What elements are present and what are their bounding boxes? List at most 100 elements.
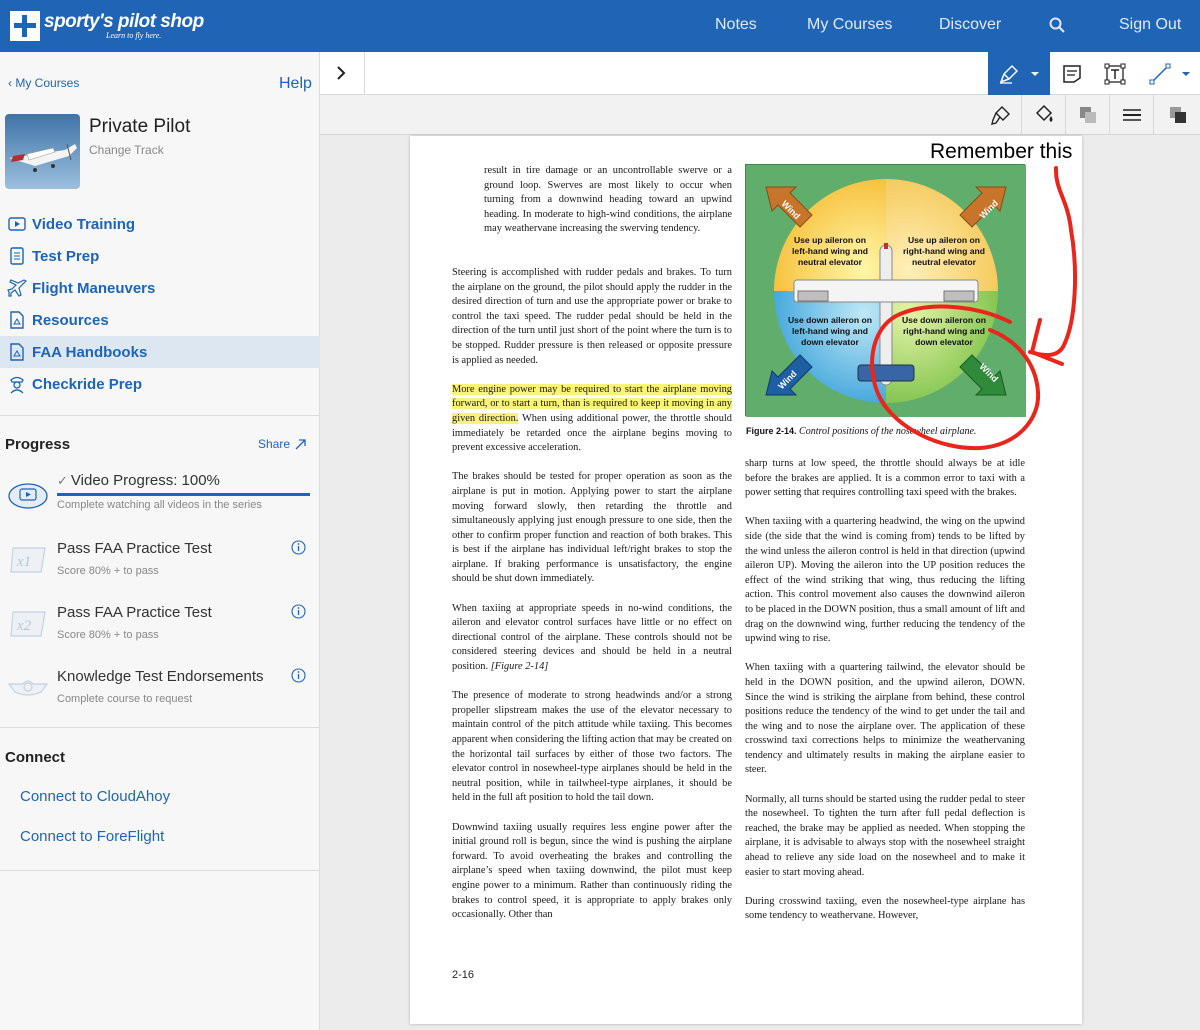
sidebar-item-label: Video Training: [32, 215, 136, 233]
info-icon[interactable]: [291, 540, 306, 555]
figure-caption: Figure 2-14. Control positions of the no…: [746, 426, 1036, 437]
sidebar-item-label: Test Prep: [32, 247, 100, 265]
chevron-right-icon[interactable]: [335, 65, 347, 81]
nav-sign-out[interactable]: Sign Out: [1119, 16, 1181, 34]
video-icon: [7, 214, 27, 234]
practice-test-2-title: Pass FAA Practice Test: [57, 604, 212, 621]
brand-logo[interactable]: sporty's pilot shop Learn to fly here.: [10, 9, 204, 43]
practice-test-1-subtitle: Score 80% + to pass: [57, 565, 159, 577]
sidebar-item-checkride-prep[interactable]: Checkride Prep: [0, 368, 320, 400]
paragraph: result in tire damage or an uncontrollab…: [484, 165, 732, 235]
help-link[interactable]: Help: [279, 75, 312, 93]
practice-test-badge-icon: x2: [10, 611, 46, 637]
layers-icon: [1080, 107, 1096, 123]
nav-discover[interactable]: Discover: [939, 16, 1001, 34]
connect-heading: Connect: [5, 749, 65, 766]
course-thumbnail: [5, 114, 80, 189]
logo-cross-icon: [10, 11, 40, 41]
quadrant-label-bottom-right: Use down aileron on right-hand wing and …: [901, 315, 987, 347]
paragraph: When taxiing at appropriate speeds in no…: [452, 602, 732, 675]
back-link-label: My Courses: [15, 76, 80, 90]
opacity-button[interactable]: [1067, 95, 1110, 135]
video-progress-subtitle: Complete watching all videos in the seri…: [57, 499, 262, 511]
paragraph: The brakes should be tested for proper o…: [452, 471, 732, 585]
practice-test-2-subtitle: Score 80% + to pass: [57, 629, 159, 641]
search-icon[interactable]: [1049, 17, 1065, 33]
nav-notes[interactable]: Notes: [715, 16, 757, 34]
sidebar-item-resources[interactable]: Resources: [0, 304, 320, 336]
share-arrow-icon: [295, 438, 306, 449]
paragraph: The presence of moderate to strong headw…: [452, 690, 732, 804]
check-icon: ✓: [57, 472, 68, 488]
info-icon[interactable]: [291, 668, 306, 683]
svg-text:x2: x2: [16, 618, 32, 634]
sidebar-item-label: Flight Maneuvers: [32, 279, 156, 297]
handbook-icon: [7, 342, 27, 362]
sidebar-item-label: Resources: [32, 311, 109, 329]
paragraph: Steering is accomplished with rudder ped…: [452, 267, 732, 366]
back-to-my-courses-link[interactable]: ‹ My Courses: [8, 76, 79, 90]
sidebar: ‹ My Courses Help Private Pilot Change T…: [0, 52, 320, 1030]
text-block: result in tire damage or an uncontrollab…: [484, 164, 732, 252]
sidebar-item-flight-maneuvers[interactable]: Flight Maneuvers: [0, 272, 320, 304]
chevron-left-icon: ‹: [8, 76, 12, 90]
paragraph: During crosswind taxiing, even the nosew…: [745, 895, 1025, 922]
bring-front-icon: [1169, 107, 1186, 123]
practice-test-badge-icon: x1: [10, 547, 46, 573]
video-progress-fill: [57, 493, 310, 496]
annotation-note[interactable]: Remember this: [930, 140, 1072, 164]
sidebar-item-video-training[interactable]: Video Training: [0, 208, 320, 240]
share-label: Share: [258, 437, 291, 451]
video-progress-icon: [8, 483, 48, 509]
progress-heading: Progress: [5, 436, 71, 453]
divider: [0, 870, 320, 871]
text-box-tool-button[interactable]: [1095, 52, 1135, 95]
right-column: sharp turns at low speed, the throttle s…: [745, 457, 1025, 939]
video-progress-title: ✓ Video Progress: 100%: [57, 472, 220, 489]
divider: [0, 727, 320, 728]
share-button[interactable]: Share: [258, 437, 307, 451]
chevron-down-icon: [1182, 71, 1190, 76]
paragraph: Downwind taxiing usually requires less e…: [452, 821, 732, 921]
arrange-button[interactable]: [1155, 95, 1200, 135]
line-width-button[interactable]: [1111, 95, 1154, 135]
stroke-color-button[interactable]: [980, 95, 1022, 135]
pen-icon: [999, 64, 1019, 84]
figure-caption-text: Control positions of the nosewheel airpl…: [799, 426, 977, 437]
handbook-page: result in tire damage or an uncontrollab…: [410, 136, 1082, 1024]
course-title: Private Pilot: [89, 116, 191, 137]
endorsements-title: Knowledge Test Endorsements: [57, 668, 264, 685]
quadrant-label-top-right: Use up aileron on right-hand wing and ne…: [902, 235, 986, 267]
line-weight-icon: [1123, 109, 1141, 121]
line-icon: [1149, 63, 1171, 84]
endorsement-wings-icon: [7, 680, 49, 696]
document-icon: [7, 310, 27, 330]
page-number: 2-16: [452, 969, 475, 981]
paragraph: When taxiing with a quartering headwind,…: [745, 516, 1025, 645]
sidebar-item-test-prep[interactable]: Test Prep: [0, 240, 320, 272]
sidebar-item-faa-handbooks[interactable]: FAA Handbooks: [0, 336, 320, 368]
fill-color-button[interactable]: [1023, 95, 1066, 135]
connect-cloudahoy-link[interactable]: Connect to CloudAhoy: [20, 788, 170, 805]
brand-tagline: Learn to fly here.: [106, 31, 162, 40]
brand-name: sporty's pilot shop: [44, 11, 204, 32]
video-progress-bar: [57, 493, 310, 496]
nav-my-courses[interactable]: My Courses: [807, 16, 892, 34]
sidebar-item-label: FAA Handbooks: [32, 343, 148, 361]
progress-title-text: Video Progress: 100%: [70, 472, 220, 489]
note-tool-button[interactable]: [1052, 52, 1092, 95]
info-icon[interactable]: [291, 604, 306, 619]
line-tool-button[interactable]: [1140, 52, 1200, 95]
quadrant-label-top-left: Use up aileron on left-hand wing and neu…: [792, 235, 868, 267]
svg-text:x1: x1: [16, 554, 31, 570]
pen-tool-button[interactable]: [988, 52, 1050, 95]
left-column: Steering is accomplished with rudder ped…: [452, 266, 732, 937]
figure-caption-label: Figure 2-14.: [746, 426, 797, 436]
endorsements-subtitle: Complete course to request: [57, 693, 193, 705]
paragraph: When taxiing with a quartering tailwind,…: [745, 662, 1025, 776]
connect-foreflight-link[interactable]: Connect to ForeFlight: [20, 828, 164, 845]
sidebar-item-label: Checkride Prep: [32, 375, 143, 393]
change-track-link[interactable]: Change Track: [89, 143, 164, 157]
figure-reference: [Figure 2-14]: [490, 661, 549, 673]
practice-test-1-title: Pass FAA Practice Test: [57, 540, 212, 557]
